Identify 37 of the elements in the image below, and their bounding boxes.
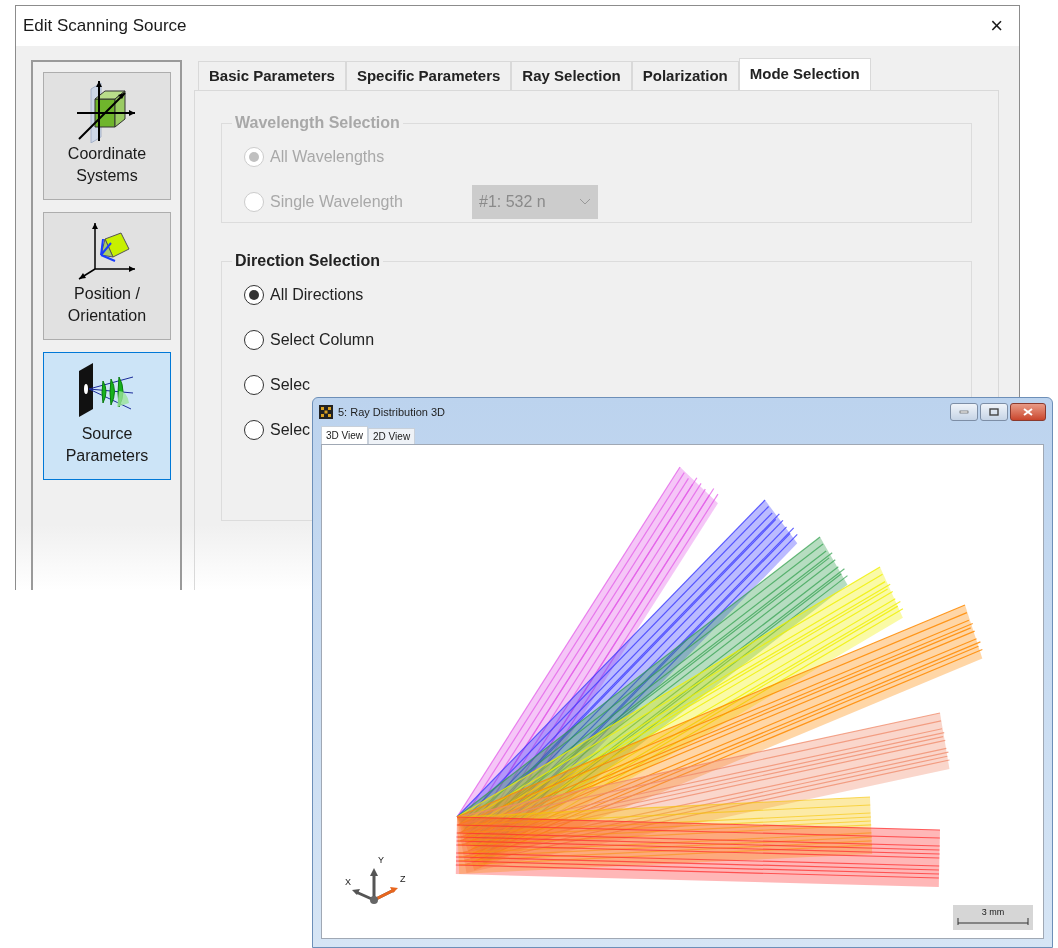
chevron-down-icon: [579, 198, 591, 206]
radio-button[interactable]: [244, 375, 264, 395]
axis-label: Z: [400, 875, 406, 884]
grid-pattern-icon: [319, 405, 333, 419]
radio-label: Selec: [270, 375, 311, 395]
group-title: Wavelength Selection: [234, 113, 401, 133]
view-tab[interactable]: 3D View: [321, 426, 369, 444]
radio-button[interactable]: [244, 330, 264, 350]
scale-bar: 3 mm: [953, 905, 1033, 930]
group-title: Direction Selection: [234, 251, 381, 271]
axis-label: X: [345, 878, 351, 887]
radio-button[interactable]: [244, 285, 264, 305]
tab[interactable]: Polarization: [631, 61, 739, 90]
radio-label: All Directions: [270, 285, 364, 305]
tab[interactable]: Mode Selection: [738, 58, 871, 90]
minimize-icon: [959, 410, 969, 414]
sidebar-button[interactable]: Coordinate Systems: [43, 72, 171, 200]
close-icon: [1023, 408, 1033, 416]
radio-label: Single Wavelength: [270, 192, 404, 212]
axis-label: Y: [378, 856, 384, 865]
tab[interactable]: Basic Parameters: [198, 61, 346, 90]
minimize-button[interactable]: [950, 403, 978, 421]
maximize-button[interactable]: [980, 403, 1008, 421]
plot-window-title: 5: Ray Distribution 3D: [338, 404, 445, 420]
radio-label: Selec: [270, 420, 311, 440]
view-tab[interactable]: 2D View: [368, 428, 416, 444]
radio-button[interactable]: [244, 420, 264, 440]
radio-label: All Wavelengths: [270, 147, 385, 167]
tab[interactable]: Ray Selection: [511, 61, 632, 90]
window-title: Edit Scanning Source: [23, 15, 187, 38]
close-button[interactable]: ×: [990, 15, 1003, 37]
sidebar-button[interactable]: Source Parameters: [43, 352, 171, 480]
close-button[interactable]: [1010, 403, 1046, 421]
tab[interactable]: Specific Parameters: [345, 61, 512, 90]
radio-label: Select Column: [270, 330, 375, 350]
maximize-icon: [989, 408, 999, 416]
sidebar-button[interactable]: Position / Orientation: [43, 212, 171, 340]
